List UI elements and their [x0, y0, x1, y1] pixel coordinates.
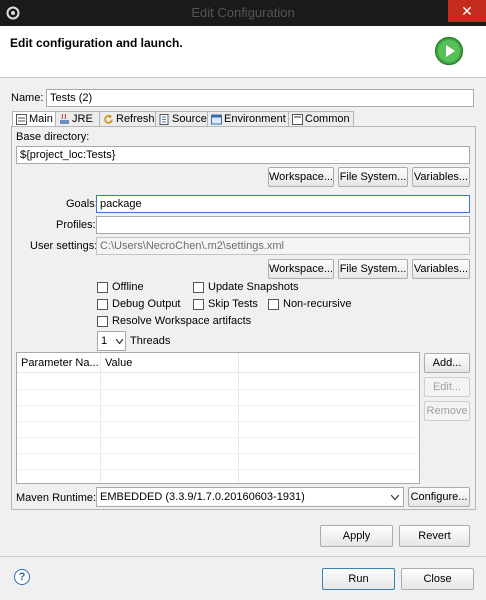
dialog-header: Edit configuration and launch. [0, 26, 486, 78]
add-parameter-button[interactable]: Add... [424, 353, 470, 373]
offline-label: Offline [112, 281, 144, 293]
tab-jre-label: JRE [72, 113, 93, 125]
goals-field[interactable]: package [96, 195, 470, 213]
tab-source-label: Source [172, 113, 207, 125]
settings-filesystem-button[interactable]: File System... [338, 259, 408, 279]
update-snapshots-checkbox[interactable] [193, 282, 204, 293]
non-recursive-checkbox[interactable] [268, 299, 279, 310]
base-workspace-button[interactable]: Workspace... [268, 167, 334, 187]
refresh-icon [104, 114, 113, 124]
column-header-value[interactable]: Value [101, 353, 239, 373]
threads-label: Threads [130, 335, 171, 347]
footer-separator [0, 556, 486, 557]
tab-environment[interactable]: Environment [207, 111, 289, 127]
name-field[interactable]: Tests (2) [46, 89, 474, 107]
threads-value: 1 [101, 335, 108, 347]
chevron-down-icon [391, 495, 399, 500]
user-settings-field[interactable]: C:\Users\NecroChen\.m2\settings.xml [96, 237, 470, 255]
parameters-table[interactable]: Parameter Na... Value [16, 352, 420, 484]
base-directory-field[interactable]: ${project_loc:Tests} [16, 146, 470, 164]
parameters-table-header: Parameter Na... Value [17, 353, 419, 373]
column-header-parameter-name[interactable]: Parameter Na... [17, 353, 101, 373]
base-variables-button[interactable]: Variables... [412, 167, 470, 187]
row-divider [17, 453, 419, 454]
update-snapshots-label: Update Snapshots [208, 281, 299, 293]
edit-parameter-button[interactable]: Edit... [424, 377, 470, 397]
run-launch-icon [434, 36, 464, 66]
revert-button[interactable]: Revert [399, 525, 470, 547]
environment-icon [211, 114, 222, 125]
resolve-workspace-checkbox[interactable] [97, 316, 108, 327]
settings-variables-button[interactable]: Variables... [412, 259, 470, 279]
tab-common-label: Common [305, 113, 350, 125]
tab-main-label: Main [29, 113, 53, 125]
non-recursive-label: Non-recursive [283, 298, 352, 310]
source-icon [159, 114, 169, 125]
run-button[interactable]: Run [322, 568, 395, 590]
window-titlebar: Edit Configuration ✕ [0, 0, 486, 26]
maven-runtime-label: Maven Runtime: [16, 492, 97, 504]
column-divider [238, 353, 239, 483]
close-button[interactable]: Close [401, 568, 474, 590]
skip-tests-checkbox[interactable] [193, 299, 204, 310]
threads-select[interactable]: 1 [97, 331, 126, 351]
maven-runtime-select[interactable]: EMBEDDED (3.3.9/1.7.0.20160603-1931) [96, 487, 404, 507]
user-settings-label: User settings: [30, 240, 98, 252]
tab-source[interactable]: Source [155, 111, 208, 127]
goals-label: Goals: [66, 198, 98, 210]
tab-jre[interactable]: JRE [55, 111, 100, 127]
tab-environment-label: Environment [224, 113, 286, 125]
debug-output-checkbox[interactable] [97, 299, 108, 310]
skip-tests-label: Skip Tests [208, 298, 258, 310]
configure-runtime-button[interactable]: Configure... [408, 487, 470, 507]
row-divider [17, 437, 419, 438]
main-tab-icon [16, 114, 27, 125]
window-close-button[interactable]: ✕ [448, 0, 486, 22]
profiles-label: Profiles: [56, 219, 96, 231]
tab-refresh[interactable]: Refresh [99, 111, 156, 127]
row-divider [17, 469, 419, 470]
tab-common[interactable]: Common [288, 111, 354, 127]
chevron-down-icon [116, 339, 123, 344]
base-filesystem-button[interactable]: File System... [338, 167, 408, 187]
name-label: Name: [11, 92, 44, 104]
remove-parameter-button[interactable]: Remove [424, 401, 470, 421]
jre-icon [60, 114, 69, 124]
debug-output-label: Debug Output [112, 298, 181, 310]
resolve-workspace-label: Resolve Workspace artifacts [112, 315, 252, 327]
profiles-field[interactable] [96, 216, 470, 234]
common-icon [292, 114, 303, 125]
settings-workspace-button[interactable]: Workspace... [268, 259, 334, 279]
column-divider [100, 353, 101, 483]
help-icon[interactable]: ? [14, 569, 30, 585]
window-title: Edit Configuration [191, 5, 295, 20]
row-divider [17, 421, 419, 422]
header-title: Edit configuration and launch. [10, 36, 183, 50]
base-directory-label: Base directory: [16, 131, 90, 143]
row-divider [17, 405, 419, 406]
apply-button[interactable]: Apply [320, 525, 393, 547]
row-divider [17, 389, 419, 390]
tab-refresh-label: Refresh [116, 113, 155, 125]
offline-checkbox[interactable] [97, 282, 108, 293]
maven-runtime-value: EMBEDDED (3.3.9/1.7.0.20160603-1931) [100, 491, 305, 503]
